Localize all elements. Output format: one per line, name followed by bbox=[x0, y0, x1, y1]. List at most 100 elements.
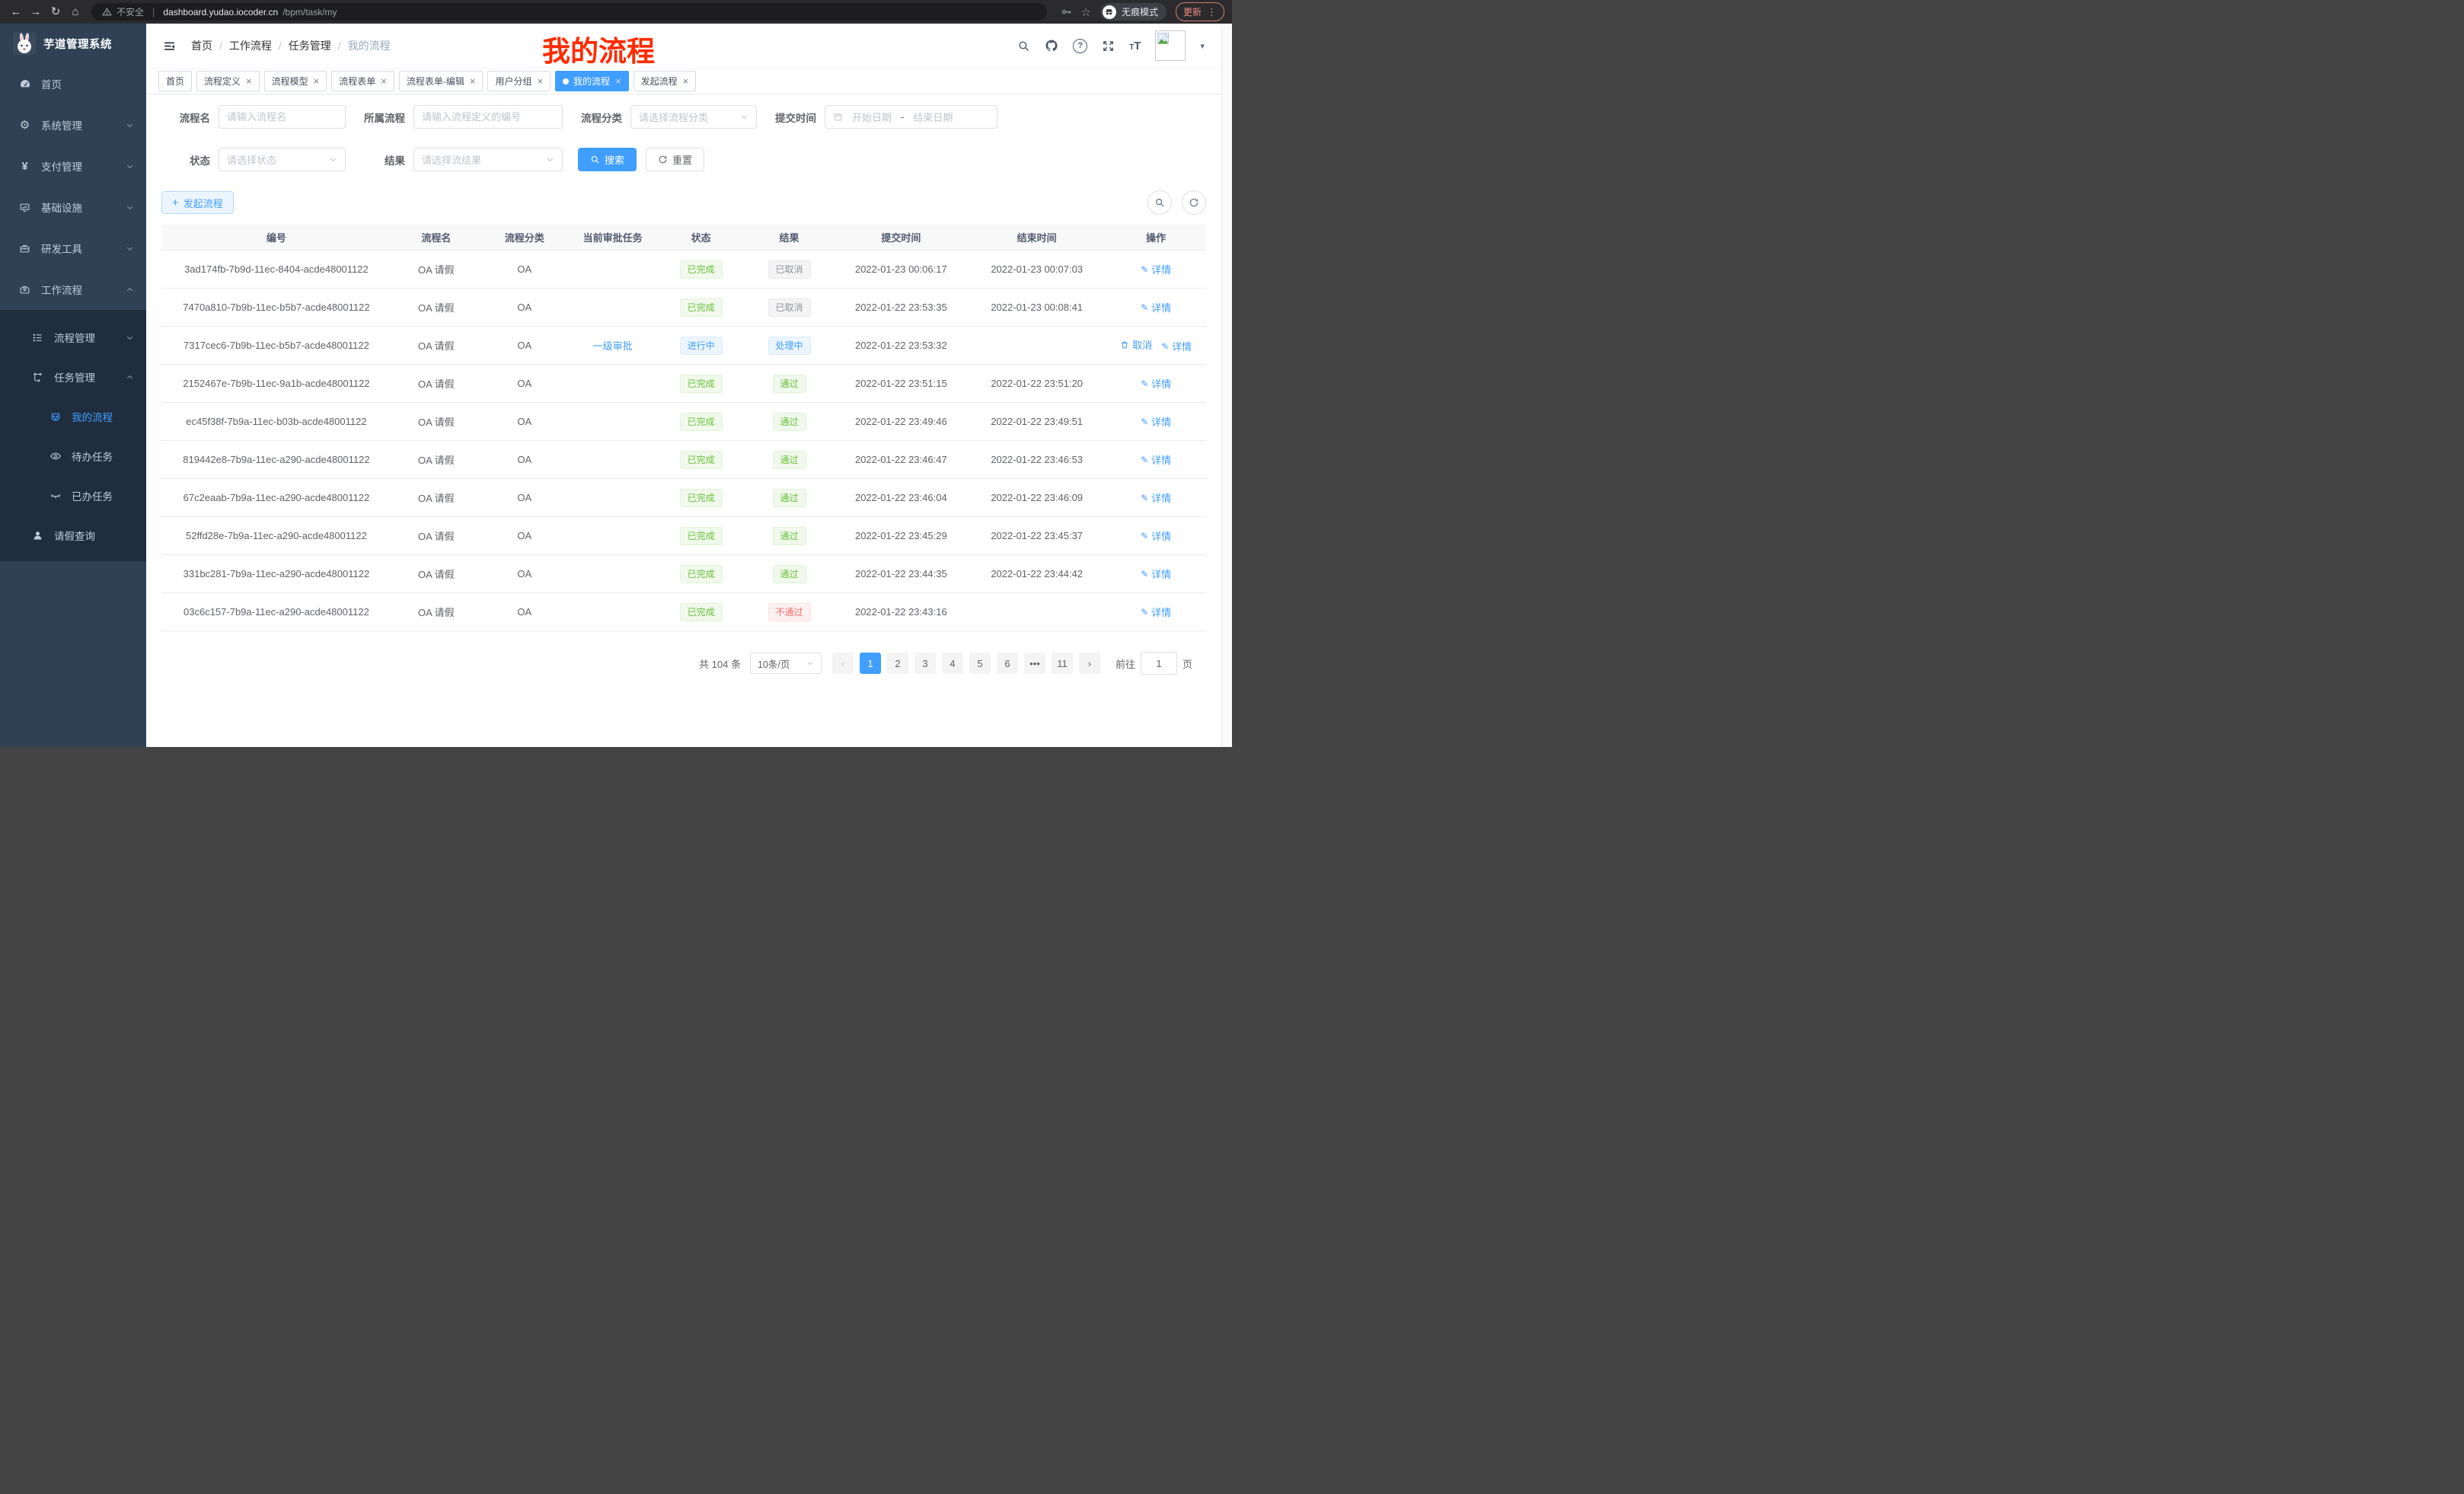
tab-close-icon[interactable]: × bbox=[683, 75, 689, 87]
goto-page-input[interactable] bbox=[1141, 652, 1177, 675]
sidebar-item-task-management[interactable]: 任务管理 bbox=[0, 357, 146, 397]
table-toolbar: + 发起流程 bbox=[161, 190, 1206, 215]
sidebar-item-my-processes[interactable]: 我的流程 bbox=[0, 397, 146, 436]
detail-action[interactable]: ✎详情 bbox=[1141, 300, 1171, 314]
detail-action[interactable]: ✎详情 bbox=[1141, 490, 1171, 505]
sidebar-item-system[interactable]: ⚙ 系统管理 bbox=[0, 104, 146, 145]
detail-action[interactable]: ✎详情 bbox=[1141, 605, 1171, 619]
page-button-5[interactable]: 5 bbox=[969, 653, 991, 674]
tab-close-icon[interactable]: × bbox=[537, 75, 543, 87]
current-task-link[interactable]: 一级审批 bbox=[593, 340, 633, 352]
tab-2[interactable]: 流程定义× bbox=[196, 71, 260, 91]
sidebar-item-label: 请假查询 bbox=[54, 528, 95, 543]
detail-action[interactable]: ✎详情 bbox=[1161, 339, 1192, 353]
address-bar[interactable]: 不安全 | dashboard.yudao.iocoder.cn/bpm/tas… bbox=[91, 3, 1047, 21]
browser-reload-button[interactable]: ↻ bbox=[47, 4, 64, 21]
refresh-table-button[interactable] bbox=[1182, 190, 1206, 215]
font-size-icon[interactable]: TT bbox=[1129, 40, 1141, 52]
browser-scrollbar[interactable] bbox=[1221, 24, 1232, 747]
help-icon[interactable]: ? bbox=[1073, 39, 1087, 53]
browser-back-button[interactable]: ← bbox=[8, 4, 24, 21]
start-process-button[interactable]: + 发起流程 bbox=[161, 191, 234, 214]
cell-submit-time: 2022-01-22 23:43:16 bbox=[835, 593, 969, 631]
bookmark-star-icon[interactable]: ☆ bbox=[1081, 5, 1091, 19]
cell-submit-time: 2022-01-22 23:46:04 bbox=[835, 479, 969, 517]
browser-menu-icon[interactable]: ⋮ bbox=[1207, 6, 1217, 18]
cell-end-time: 2022-01-22 23:51:20 bbox=[968, 365, 1106, 403]
page-button-4[interactable]: 4 bbox=[942, 653, 963, 674]
tab-close-icon[interactable]: × bbox=[615, 75, 621, 87]
next-page-button[interactable]: › bbox=[1079, 653, 1100, 674]
page-size-select[interactable]: 10条/页 bbox=[750, 653, 822, 674]
tab-4[interactable]: 流程表单× bbox=[331, 71, 394, 91]
parent-process-input[interactable] bbox=[413, 105, 563, 129]
tab-1[interactable]: 首页 bbox=[158, 71, 192, 91]
tab-close-icon[interactable]: × bbox=[381, 75, 387, 87]
browser-update-button[interactable]: 更新 ⋮ bbox=[1176, 2, 1224, 21]
detail-action[interactable]: ✎详情 bbox=[1141, 567, 1171, 581]
detail-action[interactable]: ✎详情 bbox=[1141, 414, 1171, 429]
tab-5[interactable]: 流程表单-编辑× bbox=[399, 71, 484, 91]
detail-action-label: 详情 bbox=[1151, 376, 1171, 391]
tab-close-icon[interactable]: × bbox=[470, 75, 476, 87]
cell-submit-time: 2022-01-22 23:53:32 bbox=[835, 327, 969, 365]
fullscreen-icon[interactable] bbox=[1102, 40, 1115, 53]
edit-icon: ✎ bbox=[1141, 455, 1148, 465]
page-button-6[interactable]: 6 bbox=[997, 653, 1018, 674]
sidebar-item-process-management[interactable]: 流程管理 bbox=[0, 318, 146, 357]
column-header: 流程名 bbox=[391, 225, 481, 251]
tab-8[interactable]: 发起流程× bbox=[634, 71, 697, 91]
tab-3[interactable]: 流程模型× bbox=[264, 71, 327, 91]
prev-page-button[interactable]: ‹ bbox=[832, 653, 854, 674]
status-select[interactable]: 请选择状态 bbox=[219, 148, 346, 171]
search-icon[interactable] bbox=[1017, 40, 1030, 53]
result-select[interactable]: 请选择流结果 bbox=[413, 148, 563, 171]
github-icon[interactable] bbox=[1045, 39, 1058, 53]
sidebar-collapse-icon[interactable] bbox=[163, 40, 176, 53]
avatar[interactable] bbox=[1155, 30, 1186, 61]
cell-result: 通过 bbox=[745, 517, 835, 555]
page-button-3[interactable]: 3 bbox=[914, 653, 936, 674]
category-select[interactable]: 请选择流程分类 bbox=[630, 105, 757, 129]
search-button[interactable]: 搜索 bbox=[578, 148, 637, 171]
cancel-action[interactable]: 取消 bbox=[1120, 337, 1152, 352]
sidebar-item-leave-query[interactable]: 请假查询 bbox=[0, 516, 146, 555]
tab-close-icon[interactable]: × bbox=[246, 75, 252, 87]
show-search-toggle-button[interactable] bbox=[1147, 190, 1172, 215]
avatar-dropdown-caret[interactable]: ▾ bbox=[1200, 41, 1205, 51]
result-badge: 已取消 bbox=[768, 298, 811, 317]
page-button-1[interactable]: 1 bbox=[860, 653, 881, 674]
result-badge: 通过 bbox=[773, 375, 806, 393]
cell-id: 819442e8-7b9a-11ec-a290-acde48001122 bbox=[161, 441, 391, 479]
tab-6[interactable]: 用户分组× bbox=[487, 71, 551, 91]
sidebar-item-label: 待办任务 bbox=[72, 449, 113, 464]
tab-close-icon[interactable]: × bbox=[314, 75, 320, 87]
process-name-input[interactable] bbox=[219, 105, 346, 129]
key-icon[interactable] bbox=[1061, 6, 1072, 18]
sidebar-item-todo-tasks[interactable]: 待办任务 bbox=[0, 436, 146, 476]
detail-action[interactable]: ✎详情 bbox=[1141, 262, 1171, 276]
chevron-up-icon bbox=[126, 286, 134, 294]
sidebar-item-done-tasks[interactable]: 已办任务 bbox=[0, 476, 146, 516]
browser-forward-button[interactable]: → bbox=[27, 4, 44, 21]
page-button-11[interactable]: 11 bbox=[1052, 653, 1073, 674]
breadcrumb-item-task-management[interactable]: 任务管理 bbox=[289, 38, 331, 53]
tab-7[interactable]: 我的流程× bbox=[555, 71, 629, 91]
sidebar-item-infrastructure[interactable]: 基础设施 bbox=[0, 187, 146, 228]
reset-button[interactable]: 重置 bbox=[646, 148, 704, 171]
breadcrumb-item-workflow[interactable]: 工作流程 bbox=[229, 38, 272, 53]
detail-action[interactable]: ✎详情 bbox=[1141, 528, 1171, 543]
pager-ellipsis[interactable]: ••• bbox=[1024, 653, 1045, 674]
detail-action[interactable]: ✎详情 bbox=[1141, 376, 1171, 391]
date-range-picker[interactable]: 开始日期 - 结束日期 bbox=[825, 105, 997, 129]
sidebar-item-payment[interactable]: ¥ 支付管理 bbox=[0, 145, 146, 187]
sidebar-item-dev-tools[interactable]: 研发工具 bbox=[0, 228, 146, 269]
sidebar-item-workflow[interactable]: 工作流程 bbox=[0, 269, 146, 310]
chevron-down-icon bbox=[329, 155, 337, 164]
status-badge: 已完成 bbox=[680, 375, 723, 393]
detail-action[interactable]: ✎详情 bbox=[1141, 452, 1171, 467]
page-button-2[interactable]: 2 bbox=[887, 653, 908, 674]
sidebar-item-home[interactable]: 首页 bbox=[0, 63, 146, 104]
breadcrumb-item-home[interactable]: 首页 bbox=[191, 38, 212, 53]
browser-home-button[interactable]: ⌂ bbox=[67, 4, 84, 21]
